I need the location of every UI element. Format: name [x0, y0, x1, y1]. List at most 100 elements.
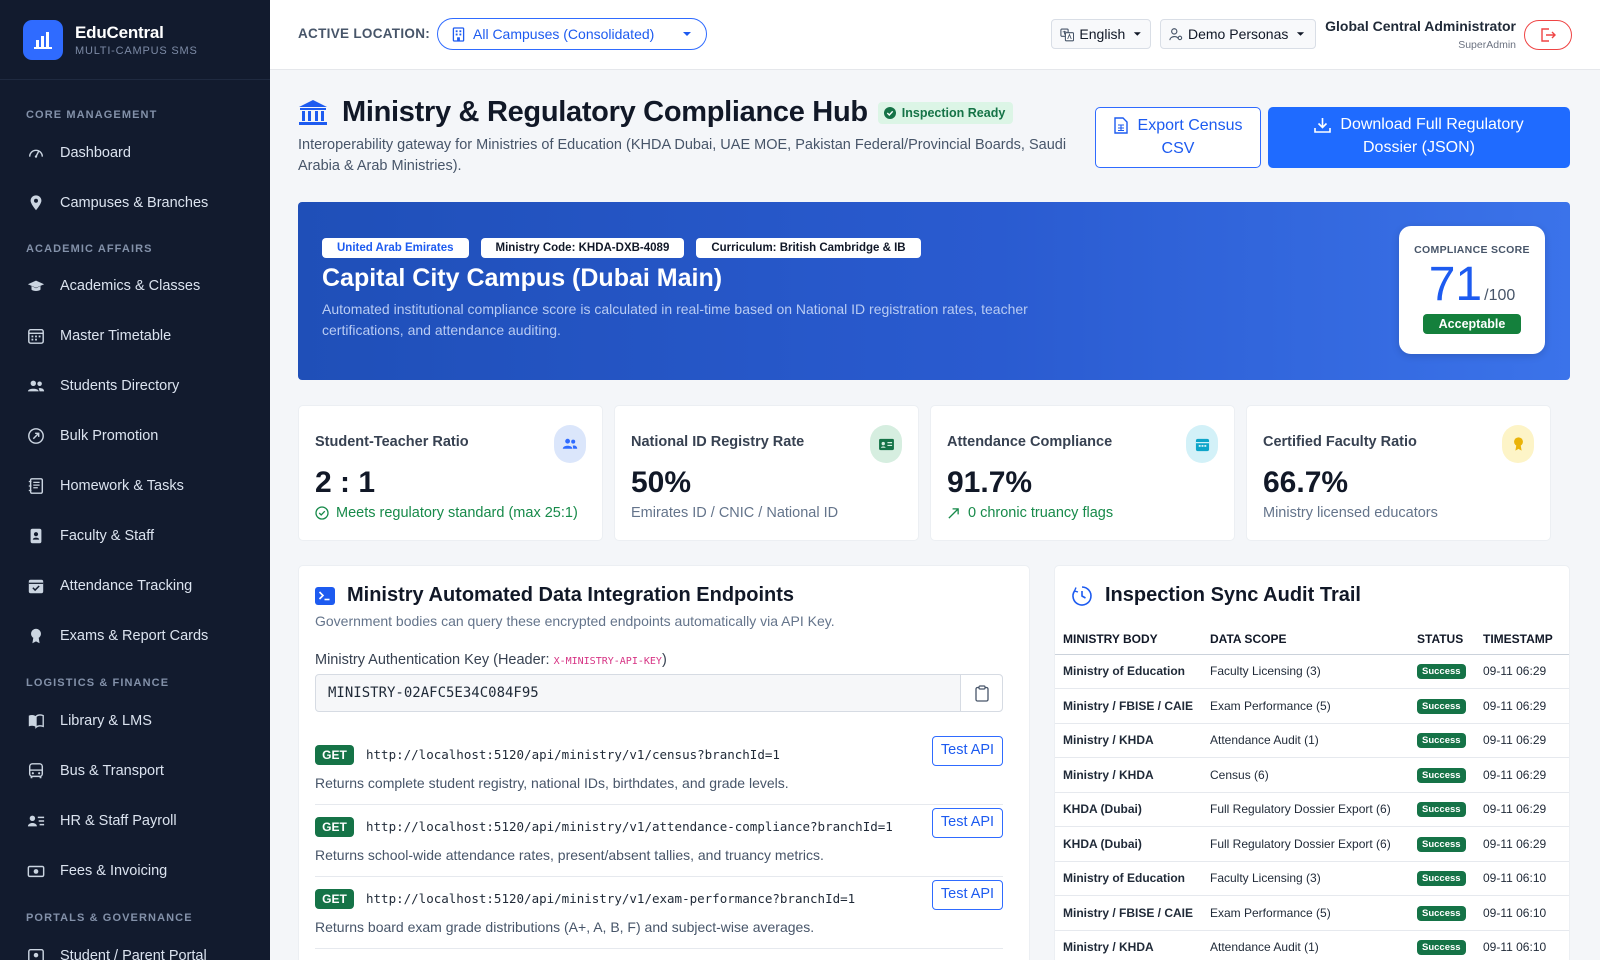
- location-select[interactable]: All Campuses (Consolidated): [437, 18, 707, 50]
- stat-card-attendance-compliance: Attendance Compliance 91.7% 0 chronic tr…: [930, 405, 1235, 541]
- download-dossier-button[interactable]: Download Full Regulatory Dossier (JSON): [1268, 107, 1570, 168]
- copy-key-button[interactable]: [960, 675, 1002, 711]
- brand-subtitle: MULTI-CAMPUS SMS: [75, 44, 198, 57]
- demo-personas-value: Demo Personas: [1188, 26, 1289, 42]
- endpoint-url: http://localhost:5120/api/ministry/v1/ce…: [366, 747, 780, 762]
- map-pin-icon: [26, 193, 46, 213]
- cell-data-scope: Faculty Licensing (3): [1202, 861, 1409, 896]
- status-badge: Success: [1417, 871, 1466, 887]
- calendar-grid-icon: [26, 326, 46, 346]
- table-row[interactable]: Ministry / KHDA Census (6) Success 09-11 06…: [1055, 757, 1569, 793]
- page-description: Interoperability gateway for Ministries …: [298, 137, 1067, 174]
- sidebar-item-label: Students Directory: [60, 378, 180, 394]
- sidebar-item-label: Attendance Tracking: [60, 578, 193, 594]
- journal-icon: [26, 476, 46, 496]
- sidebar-item-label: Fees & Invoicing: [60, 863, 168, 879]
- id-badge-icon: [26, 526, 46, 546]
- clock-history-icon: [1072, 585, 1092, 606]
- sidebar-item-label: Master Timetable: [60, 328, 172, 344]
- cell-ministry-body: Ministry / KHDA: [1055, 757, 1202, 793]
- column-header-status[interactable]: STATUS: [1409, 624, 1475, 655]
- sidebar-item-timetable[interactable]: Master Timetable: [0, 311, 270, 361]
- sidebar-item-payroll[interactable]: HR & Staff Payroll: [0, 796, 270, 846]
- sidebar-item-campuses[interactable]: Campuses & Branches: [0, 178, 270, 228]
- table-row[interactable]: Ministry of Education Faculty Licensing (…: [1055, 654, 1569, 689]
- sidebar-item-attendance[interactable]: Attendance Tracking: [0, 561, 270, 611]
- sidebar-item-bulk-promotion[interactable]: Bulk Promotion: [0, 411, 270, 461]
- table-row[interactable]: KHDA (Dubai) Full Regulatory Dossier Expo…: [1055, 792, 1569, 827]
- sidebar-item-label: Dashboard: [60, 145, 131, 161]
- status-badge: Success: [1417, 940, 1466, 956]
- id-card-icon: [870, 425, 902, 463]
- table-row[interactable]: Ministry of Education Faculty Licensing (…: [1055, 861, 1569, 896]
- sidebar-item-homework[interactable]: Homework & Tasks: [0, 461, 270, 511]
- brand[interactable]: EduCentral MULTI-CAMPUS SMS: [0, 0, 270, 80]
- sidebar-item-exams[interactable]: Exams & Report Cards: [0, 611, 270, 661]
- terminal-icon: [315, 586, 335, 605]
- sidebar-item-students[interactable]: Students Directory: [0, 361, 270, 411]
- sidebar-item-label: Bulk Promotion: [60, 428, 159, 444]
- sidebar-item-library[interactable]: Library & LMS: [0, 696, 270, 746]
- compliance-score-value: 71: [1428, 258, 1483, 311]
- sidebar-item-transport[interactable]: Bus & Transport: [0, 746, 270, 796]
- country-tag: United Arab Emirates: [322, 238, 469, 258]
- http-method-badge: GET: [315, 745, 354, 765]
- campus-name: Capital City Campus (Dubai Main): [322, 264, 723, 292]
- status-badge: Success: [1417, 698, 1466, 714]
- api-key-label-text: Ministry Authentication Key (Header:: [315, 652, 554, 668]
- cell-data-scope: Faculty Licensing (3): [1202, 654, 1409, 689]
- file-spreadsheet-icon: [1113, 117, 1128, 134]
- table-row[interactable]: Ministry / KHDA Attendance Audit (1) Succe…: [1055, 930, 1569, 960]
- cell-ministry-body: Ministry / KHDA: [1055, 723, 1202, 758]
- ministry-code-tag: Ministry Code: KHDA-DXB-4089: [480, 238, 685, 258]
- award-icon: [1502, 425, 1534, 463]
- column-header-data-scope[interactable]: DATA SCOPE: [1202, 624, 1409, 655]
- active-location-label: ACTIVE LOCATION:: [298, 26, 431, 41]
- stat-card-certified-faculty: Certified Faculty Ratio 66.7% Ministry l…: [1246, 405, 1551, 541]
- sidebar-item-label: Student / Parent Portal: [60, 948, 207, 960]
- endpoint-row: GET http://localhost:5120/api/ministry/v…: [315, 734, 1003, 805]
- sidebar-item-label: Bus & Transport: [60, 763, 164, 779]
- language-select[interactable]: English: [1051, 19, 1151, 49]
- sidebar-item-portal[interactable]: Student / Parent Portal: [0, 931, 270, 960]
- trend-up-icon: [948, 507, 959, 519]
- test-api-button[interactable]: Test API: [932, 880, 1003, 910]
- column-header-ministry-body[interactable]: MINISTRY BODY: [1055, 624, 1202, 655]
- stat-value: 50%: [631, 466, 692, 499]
- api-key-value[interactable]: MINISTRY-02AFC5E34C084F95: [316, 675, 960, 711]
- cell-ministry-body: Ministry / KHDA: [1055, 930, 1202, 960]
- stat-label: National ID Registry Rate: [631, 434, 805, 450]
- bus-icon: [26, 761, 46, 781]
- demo-personas-select[interactable]: Demo Personas: [1160, 19, 1316, 49]
- table-row[interactable]: Ministry / KHDA Attendance Audit (1) Succe…: [1055, 723, 1569, 758]
- cell-ministry-body: Ministry of Education: [1055, 654, 1202, 689]
- export-census-csv-button[interactable]: Export Census CSV: [1095, 107, 1261, 168]
- api-key-field[interactable]: MINISTRY-02AFC5E34C084F95: [315, 674, 1003, 712]
- table-row[interactable]: Ministry / FBISE / CAIE Exam Performance …: [1055, 895, 1569, 931]
- test-api-button[interactable]: Test API: [932, 736, 1003, 766]
- sidebar-item-faculty[interactable]: Faculty & Staff: [0, 511, 270, 561]
- compliance-score-status: Acceptable: [1423, 314, 1521, 334]
- table-row[interactable]: KHDA (Dubai) Full Regulatory Dossier Expo…: [1055, 826, 1569, 862]
- endpoint-description: Returns board exam grade distributions (…: [315, 919, 815, 935]
- stat-value: 2 : 1: [315, 466, 376, 499]
- chevron-down-icon: [1134, 32, 1142, 36]
- table-row[interactable]: Ministry / FBISE / CAIE Exam Performance …: [1055, 688, 1569, 724]
- logout-button[interactable]: [1524, 20, 1572, 50]
- sidebar-item-label: HR & Staff Payroll: [60, 813, 177, 829]
- sidebar-item-label: Library & LMS: [60, 713, 152, 729]
- sidebar-item-academics[interactable]: Academics & Classes: [0, 261, 270, 311]
- stat-subtext: Emirates ID / CNIC / National ID: [631, 505, 839, 521]
- calendar-icon: [1186, 425, 1218, 463]
- cell-status: Success: [1409, 792, 1475, 827]
- test-api-button[interactable]: Test API: [932, 808, 1003, 838]
- clipboard-icon: [974, 684, 989, 702]
- cell-ministry-body: KHDA (Dubai): [1055, 826, 1202, 862]
- section-portals-governance: PORTALS & GOVERNANCE: [26, 912, 193, 924]
- cell-status: Success: [1409, 654, 1475, 689]
- column-header-timestamp[interactable]: TIMESTAMP: [1475, 624, 1569, 655]
- sidebar-item-dashboard[interactable]: Dashboard: [0, 128, 270, 178]
- topbar: ACTIVE LOCATION: All Campuses (Consolida…: [270, 0, 1600, 70]
- cell-timestamp: 09-11 06:29: [1475, 688, 1569, 724]
- sidebar-item-fees[interactable]: Fees & Invoicing: [0, 846, 270, 896]
